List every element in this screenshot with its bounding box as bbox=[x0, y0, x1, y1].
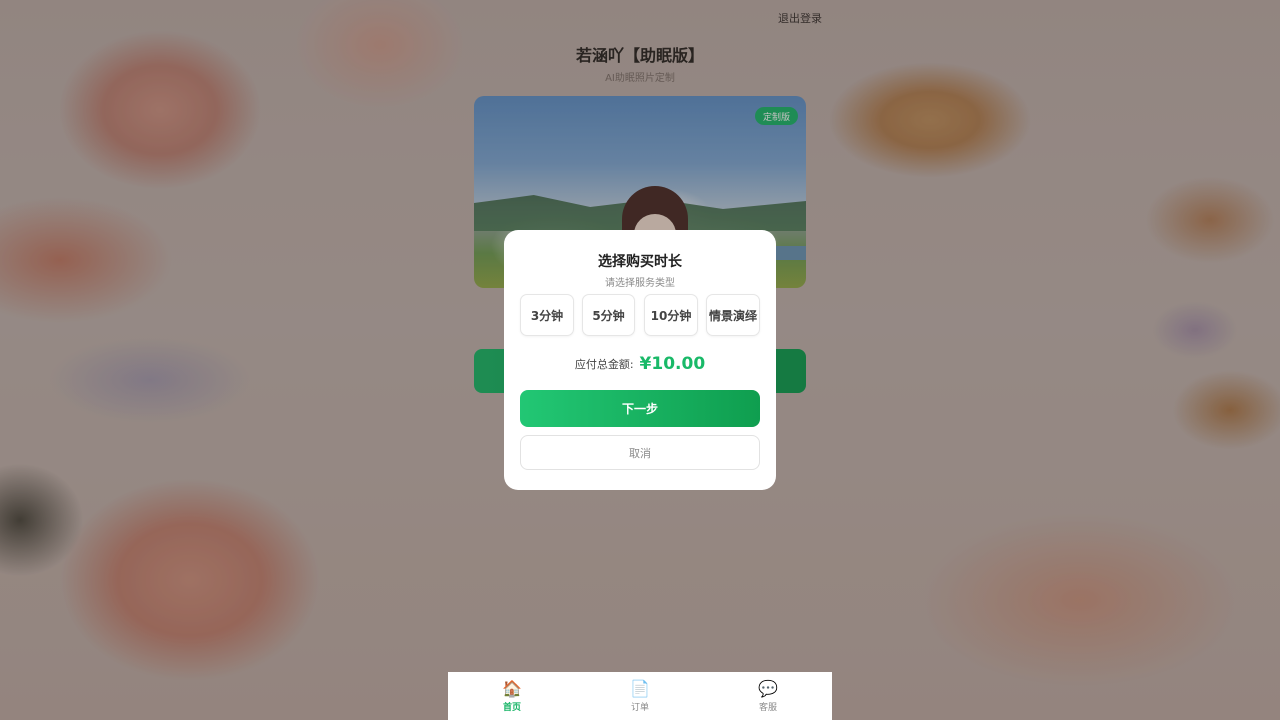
tab-label: 客服 bbox=[758, 702, 777, 713]
tab-home[interactable]: 🏠 首页 bbox=[448, 672, 576, 720]
tab-label: 首页 bbox=[502, 702, 521, 713]
cancel-button[interactable]: 取消 bbox=[520, 435, 760, 470]
option-5-minutes[interactable]: 5分钟 bbox=[582, 294, 635, 336]
total-label: 应付总金额: bbox=[574, 358, 634, 371]
purchase-duration-dialog: 选择购买时长 请选择服务类型 3分钟 5分钟 10分钟 情景演绎 应付总金额: … bbox=[504, 230, 776, 490]
tab-orders[interactable]: 📄 订单 bbox=[576, 672, 704, 720]
tab-support[interactable]: 💬 客服 bbox=[704, 672, 832, 720]
document-icon: 📄 bbox=[630, 678, 650, 698]
total-amount: ¥10.00 bbox=[639, 354, 706, 374]
option-3-minutes[interactable]: 3分钟 bbox=[520, 294, 574, 336]
duration-options: 3分钟 5分钟 10分钟 情景演绎 bbox=[520, 294, 760, 338]
total-row: 应付总金额: ¥10.00 bbox=[504, 352, 776, 376]
home-icon: 🏠 bbox=[502, 678, 522, 698]
dialog-title: 选择购买时长 bbox=[598, 254, 682, 270]
dialog-subtitle: 请选择服务类型 bbox=[605, 278, 675, 289]
option-scenario[interactable]: 情景演绎 bbox=[706, 294, 760, 336]
bottom-tab-bar: 🏠 首页 📄 订单 💬 客服 bbox=[448, 672, 832, 720]
chat-bubble-icon: 💬 bbox=[758, 678, 778, 698]
next-button[interactable]: 下一步 bbox=[520, 390, 760, 427]
tab-label: 订单 bbox=[630, 702, 649, 713]
option-10-minutes[interactable]: 10分钟 bbox=[644, 294, 698, 336]
